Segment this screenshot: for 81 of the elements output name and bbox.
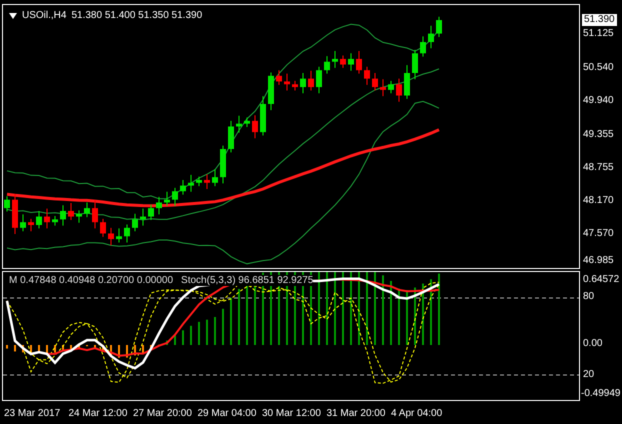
candlestick [172, 187, 178, 206]
candlestick [252, 114, 258, 139]
candlestick [364, 66, 370, 86]
candlestick [340, 55, 346, 68]
candlestick [116, 228, 122, 243]
candlestick [100, 218, 106, 238]
symbol-label: USOil.,H4 [22, 10, 66, 21]
time-axis-label: 23 Mar 2017 [4, 408, 60, 419]
indicator-axis-label: 0.64572 [583, 274, 620, 286]
indicator-axis-label: -0.49949 [581, 388, 620, 400]
candlestick [164, 191, 170, 206]
candlestick [372, 72, 378, 91]
time-axis-label: 4 Apr 04:00 [391, 408, 442, 419]
ohlc-values: 51.380 51.400 51.350 51.390 [71, 10, 202, 21]
candlestick [20, 214, 26, 232]
candlestick [428, 25, 434, 49]
time-axis-label: 24 Mar 12:00 [68, 408, 128, 419]
candlestick [308, 70, 314, 91]
candlestick [292, 80, 298, 91]
time-axis-label: 29 Mar 04:00 [198, 408, 256, 419]
price-axis-label: 48.755 [583, 162, 614, 174]
candlestick [300, 72, 306, 94]
indicator-axis-label: 20 [583, 369, 594, 381]
candlestick [124, 224, 130, 243]
candlestick [316, 66, 322, 94]
candlestick [36, 210, 42, 229]
candlestick [332, 50, 338, 68]
candlestick [404, 64, 410, 100]
price-axis-label: 46.985 [583, 255, 614, 267]
candlestick [380, 78, 386, 97]
candlestick [412, 49, 418, 80]
candlestick [12, 194, 18, 235]
candlestick [132, 213, 138, 232]
candlestick [284, 73, 290, 91]
candlestick [396, 78, 402, 102]
time-axis-label: 27 Mar 20:00 [133, 408, 192, 419]
current-price-label: 51.390 [582, 14, 617, 26]
candlestick [4, 196, 10, 212]
candlestick [60, 204, 66, 226]
candlestick [140, 208, 146, 226]
candlestick [180, 179, 186, 196]
candlestick [236, 115, 242, 134]
candlestick [196, 176, 202, 187]
indicator-axis-label: 80 [583, 291, 594, 303]
indicator-values: Stoch(5,3,3) 96.6851 92.9275 [181, 275, 314, 286]
candlestick [108, 227, 114, 246]
candlestick [324, 56, 330, 74]
candlestick [420, 36, 426, 58]
time-axis-label: 30 Mar 12:00 [262, 408, 321, 419]
price-axis-label: 49.355 [583, 129, 614, 141]
candlestick [348, 52, 354, 72]
candlestick [276, 70, 282, 86]
price-axis-label: 51.125 [583, 28, 614, 40]
candlestick [148, 204, 154, 220]
dropdown-triangle-icon[interactable] [9, 12, 17, 18]
candlestick [212, 168, 218, 187]
price-axis-label: 50.540 [583, 62, 614, 74]
candlestick [28, 218, 34, 232]
candlestick [68, 202, 74, 220]
candlestick [436, 16, 442, 38]
candlestick [204, 174, 210, 190]
candlestick [244, 116, 250, 128]
candlestick [84, 202, 90, 218]
candlestick [76, 210, 82, 224]
candlestick [52, 216, 58, 226]
indicator-values: M 0.47848 0.40948 0.20700 0.00000 [9, 275, 174, 286]
price-axis-label: 49.940 [583, 95, 614, 107]
candlestick [220, 145, 226, 184]
price-axis-label: 48.170 [583, 195, 614, 207]
indicator-axis-label: 0.00 [583, 338, 602, 350]
price-axis-label: 47.570 [583, 228, 614, 240]
candlestick [268, 72, 274, 111]
candlestick [156, 196, 162, 215]
candlestick [356, 50, 362, 74]
time-axis-label: 31 Mar 20:00 [326, 408, 386, 419]
candlestick [188, 174, 194, 192]
candlestick [260, 96, 266, 136]
candlestick [44, 208, 50, 229]
candlestick [388, 80, 394, 94]
candlestick [92, 200, 98, 229]
candlestick [228, 120, 234, 153]
